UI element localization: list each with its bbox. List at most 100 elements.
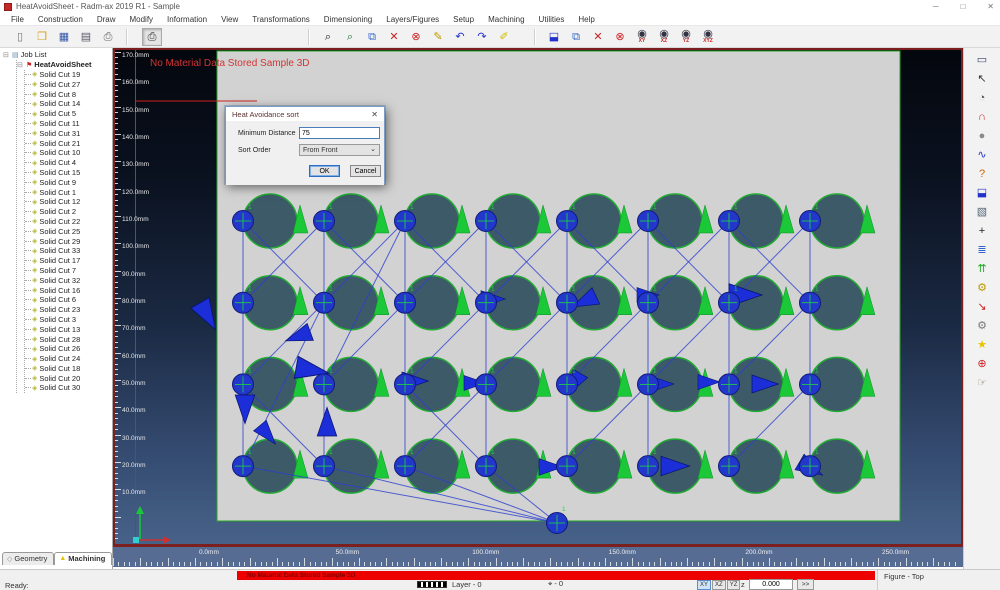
tree-item-solid-cut-14[interactable]: ◈Solid Cut 14 — [25, 99, 112, 109]
tree-item-heatavoidsheet[interactable]: ⊟ ⚑ HeatAvoidSheet — [17, 60, 112, 70]
tree-item-solid-cut-4[interactable]: ◈Solid Cut 4 — [25, 158, 112, 168]
tab-geometry[interactable]: ◇Geometry — [2, 552, 54, 565]
probe-hand-button[interactable]: ☞ — [971, 373, 993, 392]
tree-item-solid-cut-2[interactable]: ◈Solid Cut 2 — [25, 207, 112, 217]
ok-button[interactable]: OK — [309, 165, 340, 177]
dialog-close-icon[interactable]: ✕ — [371, 110, 378, 119]
view-xz-button[interactable]: ◉XZ — [654, 28, 674, 46]
tree-item-solid-cut-26[interactable]: ◈Solid Cut 26 — [25, 344, 112, 354]
tree-item-solid-cut-9[interactable]: ◈Solid Cut 9 — [25, 177, 112, 187]
tree-item-solid-cut-12[interactable]: ◈Solid Cut 12 — [25, 197, 112, 207]
plot-button-button[interactable]: ⎙ — [142, 28, 162, 46]
tree-item-solid-cut-20[interactable]: ◈Solid Cut 20 — [25, 373, 112, 383]
move-star-button[interactable]: + — [971, 221, 993, 240]
circle-point-button[interactable]: ◔ — [971, 88, 993, 107]
tree-item-solid-cut-3[interactable]: ◈Solid Cut 3 — [25, 315, 112, 325]
tree-item-solid-cut-15[interactable]: ◈Solid Cut 15 — [25, 168, 112, 178]
tree-item-solid-cut-21[interactable]: ◈Solid Cut 21 — [25, 138, 112, 148]
highlighter-button[interactable]: ✐ — [494, 28, 514, 46]
gear-button[interactable]: ⚙ — [971, 316, 993, 335]
tree-item-solid-cut-25[interactable]: ◈Solid Cut 25 — [25, 226, 112, 236]
menu-item-information[interactable]: Information — [160, 13, 214, 26]
render-view-button[interactable]: ⬓ — [544, 28, 564, 46]
redo-button[interactable]: ↷ — [472, 28, 492, 46]
open-file-button[interactable]: ❒ — [32, 28, 52, 46]
render-monitor-button[interactable]: ⬓ — [971, 183, 993, 202]
tools-button[interactable]: ⚙ — [971, 278, 993, 297]
tree-item-solid-cut-22[interactable]: ◈Solid Cut 22 — [25, 217, 112, 227]
tree-item-solid-cut-10[interactable]: ◈Solid Cut 10 — [25, 148, 112, 158]
menu-item-machining[interactable]: Machining — [481, 13, 531, 26]
new-file-button[interactable]: ▯ — [10, 28, 30, 46]
minimum-distance-input[interactable] — [299, 127, 380, 139]
plane-button-yz[interactable]: YZ — [727, 580, 741, 590]
expand-2-button[interactable]: ✕ — [588, 28, 608, 46]
tree-item-solid-cut-24[interactable]: ◈Solid Cut 24 — [25, 354, 112, 364]
shrink-button[interactable]: ⊗ — [406, 28, 426, 46]
close-button[interactable]: ✕ — [987, 0, 994, 13]
tree-item-job-list[interactable]: ⊟ ▤ Job List — [3, 50, 112, 60]
list-button[interactable]: ≣ — [971, 240, 993, 259]
help-annotate-button[interactable]: ? — [971, 164, 993, 183]
menu-item-transformations[interactable]: Transformations — [245, 13, 317, 26]
tree-item-solid-cut-6[interactable]: ◈Solid Cut 6 — [25, 295, 112, 305]
plane-button-xy[interactable]: XY — [697, 580, 711, 590]
layer-indicator[interactable]: Layer - 0 — [452, 580, 482, 589]
plane-button-xz[interactable]: XZ — [712, 580, 726, 590]
minimize-button[interactable]: ─ — [933, 0, 939, 13]
fit-window-button[interactable]: ⧉ — [362, 28, 382, 46]
menu-item-help[interactable]: Help — [571, 13, 601, 26]
tree-item-solid-cut-19[interactable]: ◈Solid Cut 19 — [25, 70, 112, 80]
view-xy-button[interactable]: ◉XY — [632, 28, 652, 46]
tree-item-solid-cut-33[interactable]: ◈Solid Cut 33 — [25, 246, 112, 256]
tree-item-solid-cut-30[interactable]: ◈Solid Cut 30 — [25, 383, 112, 393]
tree-item-solid-cut-16[interactable]: ◈Solid Cut 16 — [25, 285, 112, 295]
more-button[interactable]: >> — [797, 579, 814, 590]
zoom-all-button[interactable]: ⌕ — [340, 28, 360, 46]
tree-item-solid-cut-1[interactable]: ◈Solid Cut 1 — [25, 187, 112, 197]
print-list-button[interactable]: ▤ — [76, 28, 96, 46]
view-xyz-button[interactable]: ◉XYZ — [698, 28, 718, 46]
jump-origin-button[interactable]: ⇈ — [971, 259, 993, 278]
add-circle-button[interactable]: ⊕ — [971, 354, 993, 373]
fit-window-2-button[interactable]: ⧉ — [566, 28, 586, 46]
tree-item-solid-cut-11[interactable]: ◈Solid Cut 11 — [25, 119, 112, 129]
tree-item-solid-cut-13[interactable]: ◈Solid Cut 13 — [25, 324, 112, 334]
tree-item-solid-cut-29[interactable]: ◈Solid Cut 29 — [25, 236, 112, 246]
menu-item-file[interactable]: File — [4, 13, 31, 26]
tree-item-solid-cut-27[interactable]: ◈Solid Cut 27 — [25, 79, 112, 89]
shrink-2-button[interactable]: ⊗ — [610, 28, 630, 46]
dialog-title-bar[interactable]: Heat Avoidance sort ✕ — [226, 107, 384, 121]
menu-item-setup[interactable]: Setup — [446, 13, 481, 26]
menu-item-dimensioning[interactable]: Dimensioning — [317, 13, 379, 26]
tree-item-solid-cut-23[interactable]: ◈Solid Cut 23 — [25, 305, 112, 315]
sphere-button[interactable]: ● — [971, 126, 993, 145]
tab-machining[interactable]: ▲Machining — [54, 552, 112, 565]
expander-icon[interactable]: ⊟ — [17, 61, 26, 69]
menu-item-view[interactable]: View — [214, 13, 245, 26]
red-arrow-tool-button[interactable]: ↘ — [971, 297, 993, 316]
tree-item-solid-cut-8[interactable]: ◈Solid Cut 8 — [25, 89, 112, 99]
arch-button[interactable]: ∩ — [971, 107, 993, 126]
maximize-button[interactable]: □ — [960, 0, 965, 13]
zoom-button[interactable]: ⌕ — [318, 28, 338, 46]
tree-item-solid-cut-7[interactable]: ◈Solid Cut 7 — [25, 266, 112, 276]
cancel-button[interactable]: Cancel — [350, 165, 381, 177]
tree-item-solid-cut-17[interactable]: ◈Solid Cut 17 — [25, 256, 112, 266]
expand-button[interactable]: ✕ — [384, 28, 404, 46]
print-button[interactable]: ⎙ — [98, 28, 118, 46]
select-rectangle-button[interactable]: ▭ — [971, 50, 993, 69]
expander-icon[interactable]: ⊟ — [3, 51, 12, 59]
spline-button[interactable]: ∿ — [971, 145, 993, 164]
tree-item-solid-cut-28[interactable]: ◈Solid Cut 28 — [25, 334, 112, 344]
linetype-swatch[interactable] — [417, 581, 447, 588]
star-button[interactable]: ★ — [971, 335, 993, 354]
tree-item-solid-cut-31[interactable]: ◈Solid Cut 31 — [25, 128, 112, 138]
menu-item-modify[interactable]: Modify — [122, 13, 160, 26]
sort-order-select[interactable]: From Front ⌄ — [299, 144, 380, 156]
menu-item-draw[interactable]: Draw — [90, 13, 123, 26]
menu-item-utilities[interactable]: Utilities — [532, 13, 572, 26]
pick-line-button[interactable]: ↖ — [971, 69, 993, 88]
tree-item-solid-cut-32[interactable]: ◈Solid Cut 32 — [25, 275, 112, 285]
menu-item-layers-figures[interactable]: Layers/Figures — [379, 13, 446, 26]
